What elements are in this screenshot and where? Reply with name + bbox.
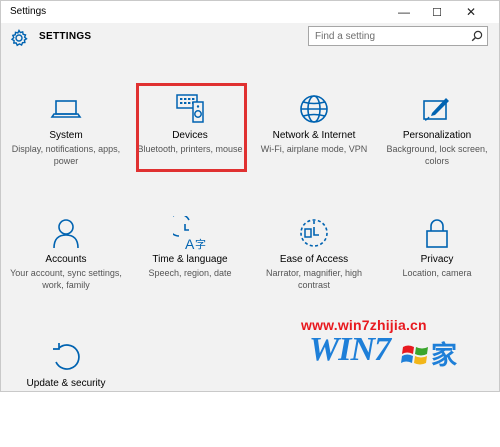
maximize-button[interactable]: ☐	[422, 1, 452, 23]
selection-highlight	[136, 83, 247, 172]
tile-accounts-description: Your account, sync settings, work, famil…	[10, 268, 122, 290]
watermark-logo-cn: 家	[431, 340, 458, 370]
paint-icon	[423, 98, 449, 121]
close-button[interactable]: ✕	[456, 1, 486, 23]
tile-personalization[interactable]: Personalization Background, lock screen,…	[375, 89, 499, 199]
scrollbar[interactable]	[490, 53, 498, 391]
tile-time-language-description: Speech, region, date	[148, 268, 232, 278]
tile-update-security-label: Update & security	[26, 378, 106, 389]
page-title: SETTINGS	[39, 31, 92, 42]
tile-time-language-label: Time & language	[152, 254, 228, 265]
tile-update-security[interactable]: Update & security	[4, 337, 128, 447]
time-language-icon: A 字	[173, 216, 206, 250]
tile-network[interactable]: Network & Internet Wi-Fi, airplane mode,…	[252, 89, 376, 199]
person-icon	[53, 219, 79, 249]
search-box[interactable]	[308, 26, 488, 46]
tile-system-label: System	[49, 130, 83, 141]
ease-of-access-icon	[300, 219, 328, 247]
watermark-logo-text: WIN7	[309, 331, 391, 368]
tile-accounts[interactable]: Accounts Your account, sync settings, wo…	[4, 213, 128, 323]
refresh-icon	[53, 343, 80, 370]
title-bar[interactable]: Settings — ☐ ✕	[1, 1, 499, 23]
tile-ease-of-access-label: Ease of Access	[279, 254, 349, 265]
windows-flag-icon	[401, 345, 428, 365]
settings-window: Settings — ☐ ✕ SETTINGS System Display,	[0, 0, 500, 392]
tile-network-label: Network & Internet	[272, 130, 356, 141]
tile-system-description: Display, notifications, apps, power	[11, 144, 121, 166]
tile-privacy[interactable]: Privacy Location, camera	[375, 213, 499, 323]
tile-ease-of-access[interactable]: Ease of Access Narrator, magnifier, high…	[252, 213, 376, 323]
window-title: Settings	[10, 6, 47, 17]
gear-icon	[10, 29, 28, 47]
svg-text:字: 字	[195, 237, 206, 250]
tile-personalization-label: Personalization	[402, 130, 472, 141]
lock-icon	[426, 219, 448, 248]
minimize-button[interactable]: —	[389, 1, 419, 23]
tile-system[interactable]: System Display, notifications, apps, pow…	[4, 89, 128, 199]
tile-ease-of-access-description: Narrator, magnifier, high contrast	[265, 268, 363, 290]
laptop-icon	[50, 100, 82, 118]
watermark-logo: WIN7 家	[309, 331, 469, 370]
tile-personalization-description: Background, lock screen, colors	[386, 144, 488, 166]
tile-network-description: Wi-Fi, airplane mode, VPN	[260, 144, 368, 154]
search-icon[interactable]	[471, 30, 483, 42]
tile-privacy-label: Privacy	[420, 254, 454, 265]
tile-privacy-description: Location, camera	[402, 268, 472, 278]
tile-accounts-label: Accounts	[45, 254, 87, 265]
search-input[interactable]	[309, 27, 465, 45]
tile-time-language[interactable]: A 字 Time & language Speech, region, date	[128, 213, 252, 323]
svg-text:A: A	[185, 236, 195, 250]
globe-icon	[300, 95, 328, 123]
